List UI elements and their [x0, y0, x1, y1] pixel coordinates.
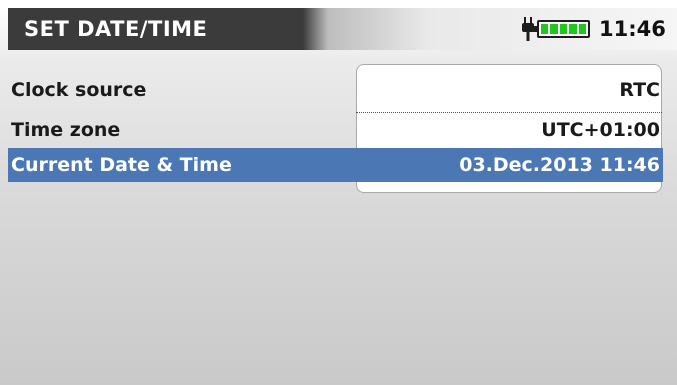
setting-value: 03.Dec.2013 11:46 [459, 154, 660, 176]
battery-nub [533, 26, 537, 32]
battery-level [541, 24, 587, 34]
setting-label: Current Date & Time [11, 154, 232, 176]
page-title: SET DATE/TIME [24, 17, 208, 41]
battery-icon [533, 20, 590, 38]
clock: 11:46 [599, 17, 666, 41]
setting-label: Time zone [11, 119, 121, 141]
setting-label: Clock source [11, 79, 147, 101]
setting-value: UTC+01:00 [541, 119, 660, 141]
setting-value: RTC [619, 79, 660, 101]
setting-row-current-date-time[interactable]: Current Date & Time 03.Dec.2013 11:46 [8, 148, 663, 182]
header-bar: SET DATE/TIME 11:46 [8, 8, 677, 50]
setting-row-clock-source[interactable]: Clock source RTC [8, 74, 663, 106]
divider [356, 112, 662, 113]
device-screen: SET DATE/TIME 11:46 Clock source RTC Tim… [0, 0, 677, 385]
setting-row-time-zone[interactable]: Time zone UTC+01:00 [8, 114, 663, 146]
